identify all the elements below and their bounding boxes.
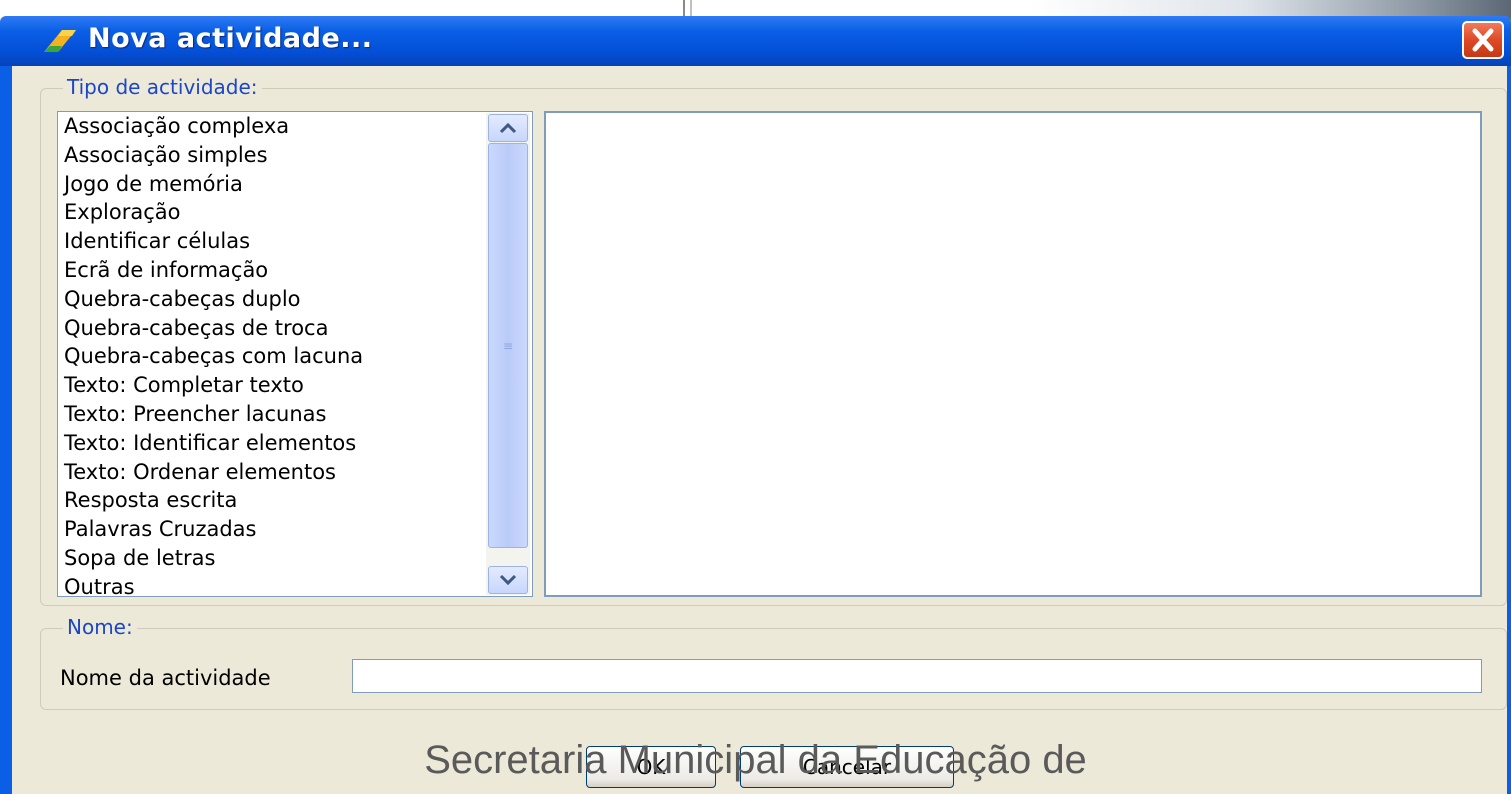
- activity-type-item[interactable]: Texto: Preencher lacunas: [58, 400, 532, 429]
- activity-name-label: Nome da actividade: [60, 666, 271, 690]
- activity-type-item[interactable]: Texto: Identificar elementos: [58, 429, 532, 458]
- activity-type-item[interactable]: Outras: [58, 573, 532, 596]
- activity-type-item[interactable]: Ecrã de informação: [58, 256, 532, 285]
- activity-type-item[interactable]: Palavras Cruzadas: [58, 515, 532, 544]
- title-bar[interactable]: Nova actividade...: [0, 16, 1511, 66]
- activity-type-item[interactable]: Jogo de memória: [58, 170, 532, 199]
- activity-type-item[interactable]: Exploração: [58, 198, 532, 227]
- activity-type-item[interactable]: Quebra-cabeças duplo: [58, 285, 532, 314]
- activity-type-item[interactable]: Identificar células: [58, 227, 532, 256]
- dialog-body: Tipo de actividade: Associação complexa A…: [0, 66, 1511, 794]
- activity-name-input[interactable]: [352, 659, 1482, 693]
- background-divider-2: [690, 0, 692, 16]
- dialog-title: Nova actividade...: [88, 23, 373, 54]
- new-activity-dialog: Nova actividade... Tipo de actividade: A…: [0, 16, 1511, 794]
- scroll-down-button[interactable]: [488, 566, 528, 594]
- background-divider: [683, 0, 685, 16]
- chevron-up-icon: [499, 122, 517, 134]
- activity-type-item[interactable]: Resposta escrita: [58, 486, 532, 515]
- close-button[interactable]: [1462, 21, 1504, 59]
- activity-type-item[interactable]: Quebra-cabeças de troca: [58, 314, 532, 343]
- activity-type-legend: Tipo de actividade:: [63, 75, 262, 99]
- activity-description-panel: [544, 111, 1482, 597]
- activity-type-item[interactable]: Texto: Completar texto: [58, 371, 532, 400]
- activity-type-list[interactable]: Associação complexa Associação simples Jog…: [57, 111, 533, 597]
- activity-type-item[interactable]: Associação simples: [58, 141, 532, 170]
- activity-type-item[interactable]: Texto: Ordenar elementos: [58, 458, 532, 487]
- name-legend: Nome:: [63, 615, 137, 639]
- activity-type-item[interactable]: Sopa de letras: [58, 544, 532, 573]
- activity-type-item[interactable]: Associação complexa: [58, 112, 532, 141]
- close-icon: [1472, 28, 1494, 52]
- chevron-down-icon: [499, 574, 517, 586]
- footer-overlay-text: Secretaria Municipal da Educação de: [424, 738, 1087, 782]
- scroll-up-button[interactable]: [488, 114, 528, 142]
- jclic-author-icon: [44, 30, 76, 52]
- activity-type-items: Associação complexa Associação simples Jog…: [58, 112, 532, 596]
- scroll-thumb[interactable]: ≡: [488, 143, 528, 548]
- activity-type-group: Tipo de actividade: Associação complexa A…: [40, 75, 1507, 606]
- list-scrollbar[interactable]: ≡: [486, 113, 530, 595]
- activity-type-item[interactable]: Quebra-cabeças com lacuna: [58, 342, 532, 371]
